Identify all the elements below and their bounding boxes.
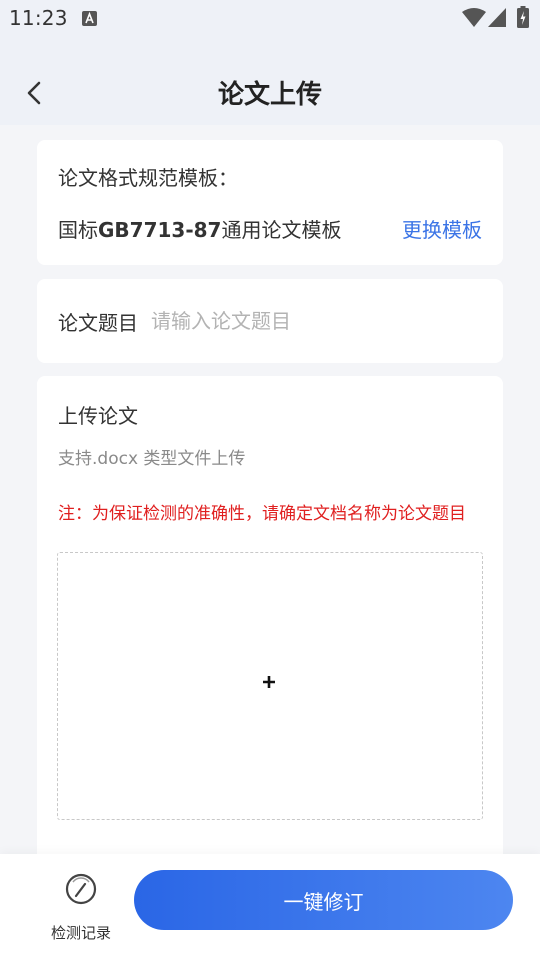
battery-charging-icon xyxy=(517,6,529,28)
cellular-signal-icon xyxy=(488,8,506,27)
page-title: 论文上传 xyxy=(217,80,322,110)
template-name-prefix: 国标 xyxy=(58,218,98,242)
a-box-icon xyxy=(82,11,97,26)
history-button[interactable]: 检测记录 xyxy=(46,870,116,942)
template-card: 论文格式规范模板： 国标GB7713-87通用论文模板 更换模板 xyxy=(37,140,503,265)
upload-dropzone[interactable] xyxy=(57,552,483,820)
template-name: 国标GB7713-87通用论文模板 xyxy=(58,214,341,243)
title-label: 论文题目 xyxy=(58,311,138,335)
template-heading: 论文格式规范模板： xyxy=(58,166,238,190)
gauge-icon xyxy=(65,873,97,905)
history-label: 检测记录 xyxy=(50,924,111,942)
upload-heading: 上传论文 xyxy=(58,404,138,428)
title-card: 论文题目 xyxy=(37,279,503,363)
status-time: 11:23 xyxy=(9,6,68,30)
wifi-icon xyxy=(462,8,486,27)
upload-support-text: 支持.docx 类型文件上传 xyxy=(58,449,246,469)
template-name-code: GB7713-87 xyxy=(98,218,222,242)
change-template-link[interactable]: 更换模板 xyxy=(402,214,482,243)
upload-warning-note: 注：为保证检测的准确性，请确定文档名称为论文题目 xyxy=(58,504,466,524)
one-click-revise-button[interactable]: 一键修订 xyxy=(134,870,513,930)
bottom-action-bar: 检测记录 一键修订 xyxy=(0,854,540,960)
template-name-suffix: 通用论文模板 xyxy=(221,218,342,242)
status-bar: 11:23 xyxy=(0,0,540,36)
nav-bar: 论文上传 xyxy=(0,58,540,122)
title-input[interactable] xyxy=(151,301,481,341)
plus-icon xyxy=(263,676,275,688)
